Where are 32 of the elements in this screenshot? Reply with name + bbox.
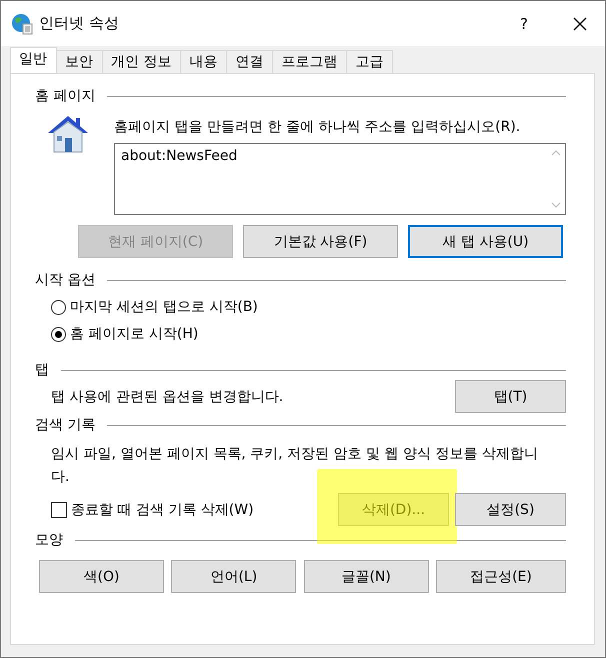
section-title: 시작 옵션 bbox=[35, 271, 96, 289]
scroll-up-icon bbox=[551, 150, 561, 156]
button[interactable]: 새 탭 사용(U) bbox=[408, 225, 563, 258]
instruction-text: 홈페이지 탭을 만들려면 한 줄에 하나씩 주소를 입력하십시오(R). bbox=[114, 118, 522, 136]
radio-button[interactable] bbox=[51, 326, 66, 342]
button[interactable]: 글꼴(N) bbox=[304, 560, 429, 593]
button[interactable]: 설정(S) bbox=[455, 493, 566, 526]
tab[interactable]: 고급 bbox=[346, 50, 394, 73]
section-title: 홈 페이지 bbox=[35, 87, 96, 105]
tab[interactable]: 일반 bbox=[10, 47, 57, 73]
address-field[interactable]: about:NewsFeed bbox=[114, 143, 566, 215]
globe-icon bbox=[11, 12, 33, 34]
house-icon bbox=[47, 114, 89, 154]
window-title: 인터넷 속성 bbox=[39, 14, 119, 33]
radio-button[interactable] bbox=[51, 300, 66, 314]
description-text: 탭 사용에 관련된 옵션을 변경합니다. bbox=[51, 388, 284, 406]
help-button[interactable]: ? bbox=[509, 8, 539, 38]
section-title: 모양 bbox=[35, 531, 63, 549]
button[interactable]: 색(O) bbox=[39, 560, 164, 593]
button[interactable]: 탭(T) bbox=[455, 380, 566, 413]
checkbox[interactable] bbox=[51, 502, 67, 518]
option-label[interactable]: 마지막 세션의 탭으로 시작(B) bbox=[70, 298, 258, 316]
button[interactable]: 기본값 사용(F) bbox=[243, 225, 398, 258]
close-icon bbox=[573, 16, 587, 30]
button[interactable]: 접근성(E) bbox=[436, 560, 566, 593]
description-text: 임시 파일, 열어본 페이지 목록, 쿠키, 저장된 암호 및 웹 양식 정보를 삭제합니다. bbox=[51, 445, 539, 487]
checkbox-label[interactable]: 종료할 때 검색 기록 삭제(W) bbox=[71, 500, 254, 518]
section-title: 검색 기록 bbox=[35, 416, 96, 434]
section-title: 탭 bbox=[35, 361, 49, 379]
option-label[interactable]: 홈 페이지로 시작(H) bbox=[70, 325, 198, 343]
scroll-down-icon bbox=[551, 202, 561, 208]
button[interactable]: 언어(L) bbox=[171, 560, 296, 593]
